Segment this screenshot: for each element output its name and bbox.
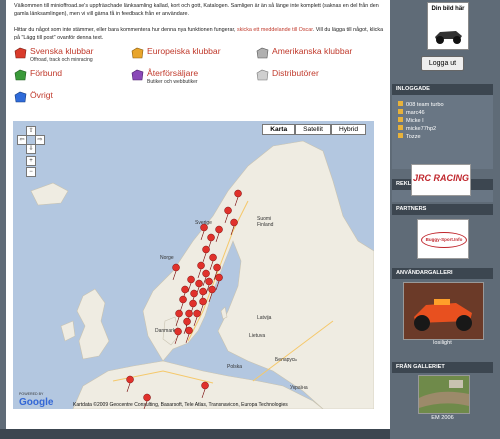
- google-logo[interactable]: Google: [19, 397, 53, 408]
- fran-galleriet-image[interactable]: [418, 375, 470, 414]
- folder-icon: [256, 69, 269, 81]
- logout-button[interactable]: Logga ut: [421, 56, 464, 71]
- category-sub: Offroad, track och minracing: [30, 57, 93, 63]
- gallery-image[interactable]: [403, 282, 484, 340]
- category-label: Förbund: [30, 68, 63, 78]
- category-label: Europeiska klubbar: [147, 46, 221, 56]
- category-label: Återförsäljare: [147, 68, 199, 78]
- anvandargalleri-header: ANVÄNDARGALLERI: [392, 268, 493, 279]
- intro-text: Välkommen till minioffroad.se's uppfräsc…: [14, 3, 379, 17]
- partners-header: PARTNERS: [392, 204, 493, 215]
- gallery-caption: losilight: [433, 340, 452, 346]
- user-item[interactable]: marc46: [398, 109, 425, 116]
- category-sub: Butiker och webbutiker: [147, 79, 198, 85]
- user-icon: [398, 133, 403, 138]
- online-users-list: 008 team turbo marc46 Micke I micke77hp2…: [392, 95, 493, 169]
- avatar[interactable]: Din bild här: [427, 2, 469, 50]
- avatar-text: Din bild här: [431, 6, 465, 12]
- folder-icon: [131, 69, 144, 81]
- jrc-racing-logo: JRC RACING: [412, 173, 469, 183]
- main-content: Välkommen till minioffroad.se's uppfräsc…: [6, 0, 390, 429]
- jrc-racing-ad[interactable]: JRC RACING: [411, 164, 471, 196]
- category-label: Distributörer: [272, 68, 319, 78]
- map-markers: [126, 189, 242, 409]
- map-type-satellit[interactable]: Satellit: [295, 124, 331, 135]
- buggy-photo: [404, 283, 483, 339]
- inloggade-header: INLOGGADE: [392, 84, 493, 95]
- zoom-out-icon[interactable]: −: [26, 167, 36, 177]
- fran-galleriet-caption: EM 2006: [431, 415, 454, 421]
- map-label-danmark: Danmark: [155, 328, 176, 334]
- user-item[interactable]: micke77hp2: [398, 125, 436, 132]
- rc-car-icon: [435, 31, 462, 44]
- user-item[interactable]: Tozze: [398, 133, 421, 140]
- pan-down-icon[interactable]: ⇩: [26, 144, 36, 154]
- folder-icon: [14, 91, 27, 103]
- google-map[interactable]: Sverige Suomi Finland Norge Danmark Pols…: [13, 121, 374, 409]
- map-label-finland: Suomi Finland: [257, 216, 274, 228]
- zoom-in-icon[interactable]: +: [26, 156, 36, 166]
- map-label-latvija: Latvija: [257, 315, 272, 321]
- user-item[interactable]: Micke I: [398, 117, 424, 124]
- category-label: Övrigt: [30, 90, 53, 100]
- buggy-sport-ad[interactable]: Buggy-Sport.Info: [417, 219, 469, 259]
- pan-right-icon[interactable]: ⇨: [35, 135, 45, 145]
- map-type-buttons: Karta Satellit Hybrid: [262, 124, 366, 135]
- folder-icon: [14, 47, 27, 59]
- folder-icon: [14, 69, 27, 81]
- map-label-sverige: Sverige: [195, 220, 212, 226]
- user-icon: [398, 109, 403, 114]
- fran-galleriet-header: FRÅN GALLERIET: [392, 362, 493, 373]
- folder-icon: [256, 47, 269, 59]
- user-item[interactable]: 008 team turbo: [398, 101, 444, 108]
- map-label-lietuva: Lietuva: [249, 333, 266, 339]
- user-icon: [398, 101, 403, 106]
- footer-bar: [0, 429, 390, 439]
- message-oscar-link[interactable]: skicka ett meddelande till Oscar: [237, 27, 313, 33]
- map-label-belarus: Беларусь: [275, 357, 297, 363]
- user-icon: [398, 125, 403, 130]
- buggy-sport-logo: Buggy-Sport.Info: [421, 232, 467, 248]
- category-label: Amerikanska klubbar: [272, 46, 353, 56]
- map-label-ukraina: Україна: [290, 385, 308, 391]
- map-copyright: Kartdata ©2009 Geocentre Consulting, Bas…: [73, 402, 288, 408]
- intro-text-2: Hittar du något som inte stämmer, eller …: [14, 27, 384, 41]
- powered-by: POWERED BY: [19, 392, 44, 396]
- map-type-hybrid[interactable]: Hybrid: [330, 124, 366, 135]
- map-label-polska: Polska: [227, 364, 243, 370]
- map-type-karta[interactable]: Karta: [262, 124, 296, 135]
- user-icon: [398, 117, 403, 122]
- category-label: Svenska klubbar: [30, 46, 94, 56]
- race-track-photo: [419, 376, 469, 413]
- map-label-norge: Norge: [160, 255, 174, 261]
- folder-icon: [131, 47, 144, 59]
